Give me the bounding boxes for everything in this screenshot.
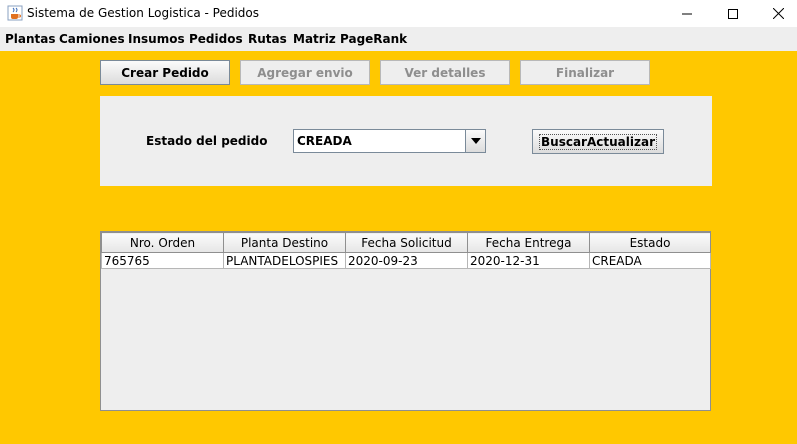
menu-rutas[interactable]: Rutas [248,32,287,46]
finalizar-button[interactable]: Finalizar [520,60,650,85]
java-cup-icon [7,5,23,21]
column-header[interactable]: Nro. Orden [101,232,224,253]
ver-detalles-button[interactable]: Ver detalles [380,60,510,85]
chevron-down-icon [470,138,481,144]
minimize-icon [682,13,692,14]
menu-pagerank[interactable]: PageRank [340,32,407,46]
table-row[interactable]: 765765 PLANTADELOSPIES 2020-09-23 2020-1… [101,252,711,269]
column-header[interactable]: Fecha Solicitud [345,232,468,253]
window-title: Sistema de Gestion Logistica - Pedidos [27,6,260,20]
column-header[interactable]: Planta Destino [223,232,346,253]
menu-insumos[interactable]: Insumos [128,32,185,46]
orders-table: Nro. Orden Planta Destino Fecha Solicitu… [101,232,711,269]
menu-bar: Plantas Camiones Insumos Pedidos Rutas M… [0,27,797,51]
orders-table-container: Nro. Orden Planta Destino Fecha Solicitu… [100,231,711,411]
title-bar: Sistema de Gestion Logistica - Pedidos [0,0,797,27]
close-icon [772,8,784,19]
estado-select[interactable]: CREADA [293,129,486,153]
menu-camiones[interactable]: Camiones [59,32,125,46]
buscar-actualizar-button[interactable]: BuscarActualizar [532,129,664,154]
menu-pedidos[interactable]: Pedidos [189,32,243,46]
table-cell[interactable]: 2020-12-31 [467,252,590,269]
close-button[interactable] [755,0,797,27]
menu-plantas[interactable]: Plantas [5,32,56,46]
table-cell[interactable]: CREADA [589,252,711,269]
filter-panel: Estado del pedido CREADA BuscarActualiza… [100,96,712,186]
crear-pedido-button[interactable]: Crear Pedido [100,60,230,85]
table-header-row: Nro. Orden Planta Destino Fecha Solicitu… [101,232,711,253]
minimize-button[interactable] [664,0,710,27]
agregar-envio-button[interactable]: Agregar envio [240,60,370,85]
table-cell[interactable]: 765765 [101,252,224,269]
estado-selected-value: CREADA [297,134,352,148]
buscar-actualizar-label: BuscarActualizar [539,133,657,150]
table-cell[interactable]: PLANTADELOSPIES [223,252,346,269]
menu-matriz[interactable]: Matriz [293,32,336,46]
maximize-icon [728,8,738,19]
column-header[interactable]: Estado [589,232,711,253]
column-header[interactable]: Fecha Entrega [467,232,590,253]
maximize-button[interactable] [710,0,756,27]
table-cell[interactable]: 2020-09-23 [345,252,468,269]
dropdown-arrow-button[interactable] [465,130,485,152]
estado-label: Estado del pedido [146,134,268,148]
